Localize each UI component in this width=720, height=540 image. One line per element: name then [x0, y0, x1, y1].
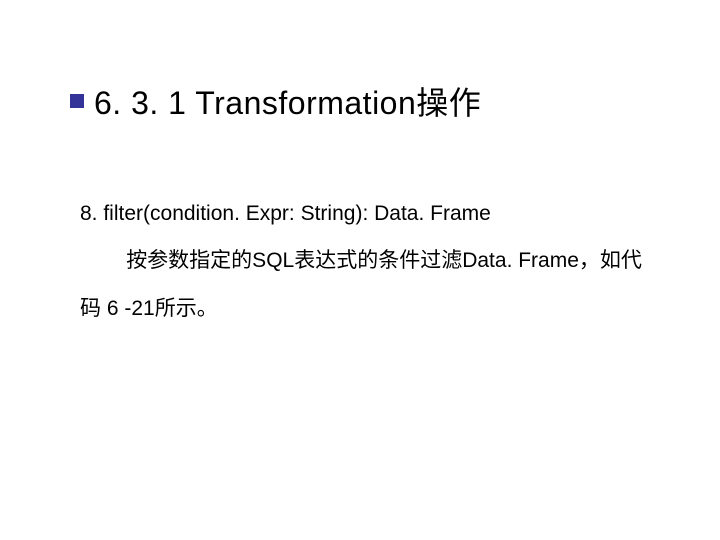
heading-bullet — [70, 94, 84, 108]
slide-heading: 6. 3. 1 Transformation操作 — [94, 78, 481, 124]
item-label: 8. filter(condition. Expr: String): Data… — [80, 190, 660, 237]
slide-heading-row: 6. 3. 1 Transformation操作 — [70, 78, 481, 124]
slide-body: 8. filter(condition. Expr: String): Data… — [80, 190, 660, 332]
item-description: 按参数指定的SQL表达式的条件过滤Data. Frame，如代码 6 -21所示… — [80, 237, 660, 332]
